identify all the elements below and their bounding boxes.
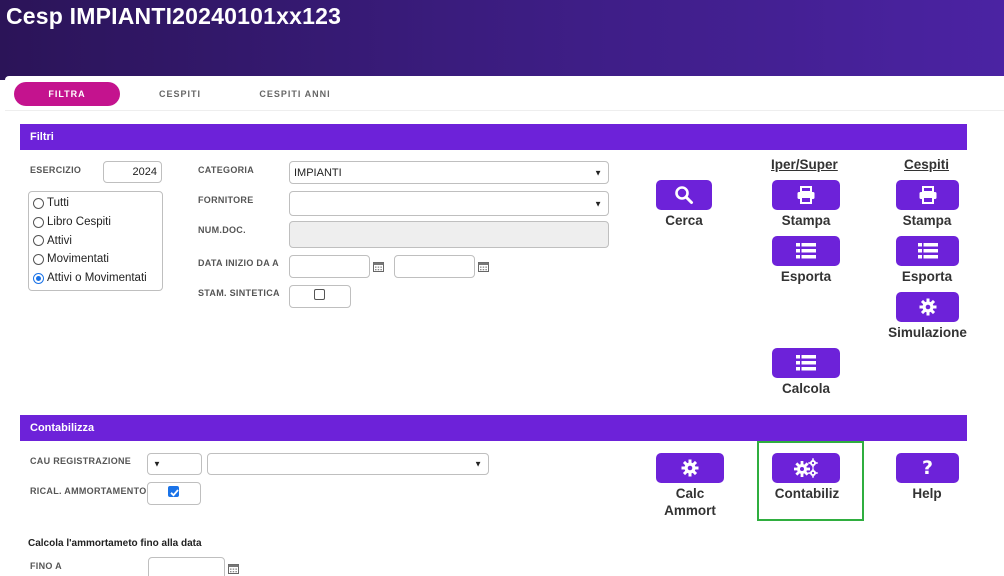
app-header: Cesp IMPIANTI20240101xx123 bbox=[0, 0, 1004, 80]
data-inizio-a-input[interactable] bbox=[394, 255, 475, 278]
stam-sintetica-label: STAM. SINTETICA bbox=[198, 288, 280, 298]
num-doc-label: NUM.DOC. bbox=[198, 225, 246, 235]
iper-esporta-label: Esporta bbox=[780, 269, 832, 284]
radio-label: Movimentati bbox=[47, 253, 109, 266]
radio-label: Attivi o Movimentati bbox=[47, 272, 147, 285]
radio-label: Libro Cespiti bbox=[47, 216, 111, 229]
help-label: Help bbox=[912, 486, 942, 501]
calc-ammort-label-line1: Calc bbox=[675, 486, 705, 501]
question-icon: ? bbox=[921, 457, 934, 479]
tab-cespiti[interactable]: CESPITI bbox=[120, 82, 240, 106]
fino-a-label: FINO A bbox=[30, 561, 62, 571]
cau-registrazione-label: CAU REGISTRAZIONE bbox=[30, 456, 132, 466]
radio-button[interactable] bbox=[33, 253, 44, 265]
rical-ammortamento-checkbox[interactable] bbox=[168, 486, 179, 497]
radio-attivi-o-movimentati[interactable]: Attivi o Movimentati bbox=[33, 269, 162, 288]
calendar-icon[interactable] bbox=[478, 261, 489, 272]
help-button[interactable]: ? bbox=[896, 453, 959, 483]
app-title: Cesp IMPIANTI20240101xx123 bbox=[6, 3, 342, 29]
printer-icon bbox=[797, 186, 815, 204]
data-inizio-da-input[interactable] bbox=[289, 255, 370, 278]
radio-label: Attivi bbox=[47, 234, 72, 247]
fino-a-input[interactable] bbox=[148, 557, 225, 576]
categoria-label: CATEGORIA bbox=[198, 165, 255, 175]
simulazione-button[interactable] bbox=[896, 292, 959, 322]
data-inizio-label: DATA INIZIO DA A bbox=[198, 258, 279, 268]
iper-esporta-button[interactable] bbox=[772, 236, 840, 266]
calendar-icon[interactable] bbox=[228, 563, 239, 574]
tab-bar: FILTRA CESPITI CESPITI ANNI bbox=[14, 82, 350, 106]
esercizio-input[interactable]: 2024 bbox=[103, 161, 162, 183]
iper-calcola-button[interactable] bbox=[772, 348, 840, 378]
checkmark-icon bbox=[170, 489, 179, 497]
section-header-filtri: Filtri bbox=[20, 124, 967, 150]
fornitore-select[interactable]: ▼ bbox=[289, 191, 609, 216]
filter-radio-group: Tutti Libro Cespiti Attivi Movimentati A… bbox=[28, 191, 163, 291]
cerca-label: Cerca bbox=[665, 213, 703, 228]
radio-button[interactable] bbox=[33, 235, 44, 247]
radio-button[interactable] bbox=[33, 216, 44, 228]
tab-divider bbox=[5, 110, 1004, 111]
radio-attivi[interactable]: Attivi bbox=[33, 231, 162, 250]
chevron-down-icon: ▼ bbox=[594, 168, 602, 177]
esercizio-value: 2024 bbox=[132, 166, 157, 178]
cau-registrazione-code-select[interactable]: ▼ bbox=[147, 453, 202, 475]
list-icon bbox=[917, 243, 938, 259]
iper-super-title: Iper/Super bbox=[771, 157, 838, 172]
gears-icon bbox=[794, 458, 818, 478]
chevron-down-icon: ▼ bbox=[474, 459, 482, 469]
radio-libro-cespiti[interactable]: Libro Cespiti bbox=[33, 213, 162, 232]
fornitore-label: FORNITORE bbox=[198, 195, 254, 205]
list-icon bbox=[796, 243, 816, 259]
section-header-contabilizza: Contabilizza bbox=[20, 415, 967, 441]
cespiti-esporta-label: Esporta bbox=[901, 269, 953, 284]
cespiti-title: Cespiti bbox=[904, 157, 950, 172]
cespiti-stampa-label: Stampa bbox=[902, 213, 952, 228]
cerca-button[interactable] bbox=[656, 180, 712, 210]
chevron-down-icon: ▼ bbox=[153, 459, 161, 469]
list-icon bbox=[796, 355, 816, 371]
calc-ammort-label-line2: Ammort bbox=[664, 503, 716, 518]
contabiliz-label: Contabiliz bbox=[774, 486, 840, 501]
calendar-icon[interactable] bbox=[373, 261, 384, 272]
iper-stampa-label: Stampa bbox=[781, 213, 831, 228]
search-icon bbox=[675, 186, 693, 204]
cespiti-esporta-button[interactable] bbox=[896, 236, 959, 266]
simulazione-label: Simulazione bbox=[888, 325, 967, 340]
iper-calcola-label: Calcola bbox=[781, 381, 831, 396]
categoria-value: IMPIANTI bbox=[294, 166, 342, 179]
tab-cespiti-anni[interactable]: CESPITI ANNI bbox=[240, 82, 350, 106]
contabiliz-button[interactable] bbox=[772, 453, 840, 483]
rical-ammortamento-label: RICAL. AMMORTAMENTO bbox=[30, 486, 147, 496]
radio-label: Tutti bbox=[47, 197, 69, 210]
gear-icon bbox=[681, 459, 699, 477]
radio-tutti[interactable]: Tutti bbox=[33, 194, 162, 213]
calc-ammort-button[interactable] bbox=[656, 453, 724, 483]
stam-sintetica-checkbox[interactable] bbox=[314, 289, 325, 300]
gear-icon bbox=[919, 298, 936, 316]
radio-button[interactable] bbox=[33, 197, 44, 209]
ammortamento-note: Calcola l'ammortameto fino alla data bbox=[28, 538, 202, 549]
cau-registrazione-desc-select[interactable]: ▼ bbox=[207, 453, 489, 475]
categoria-select[interactable]: IMPIANTI ▼ bbox=[289, 161, 609, 184]
radio-movimentati[interactable]: Movimentati bbox=[33, 250, 162, 269]
iper-stampa-button[interactable] bbox=[772, 180, 840, 210]
cespiti-stampa-button[interactable] bbox=[896, 180, 959, 210]
tab-filtra[interactable]: FILTRA bbox=[14, 82, 120, 106]
chevron-down-icon: ▼ bbox=[594, 199, 602, 208]
num-doc-input[interactable] bbox=[289, 221, 609, 248]
radio-button-selected[interactable] bbox=[33, 272, 44, 284]
printer-icon bbox=[919, 186, 936, 204]
esercizio-label: ESERCIZIO bbox=[30, 165, 82, 175]
